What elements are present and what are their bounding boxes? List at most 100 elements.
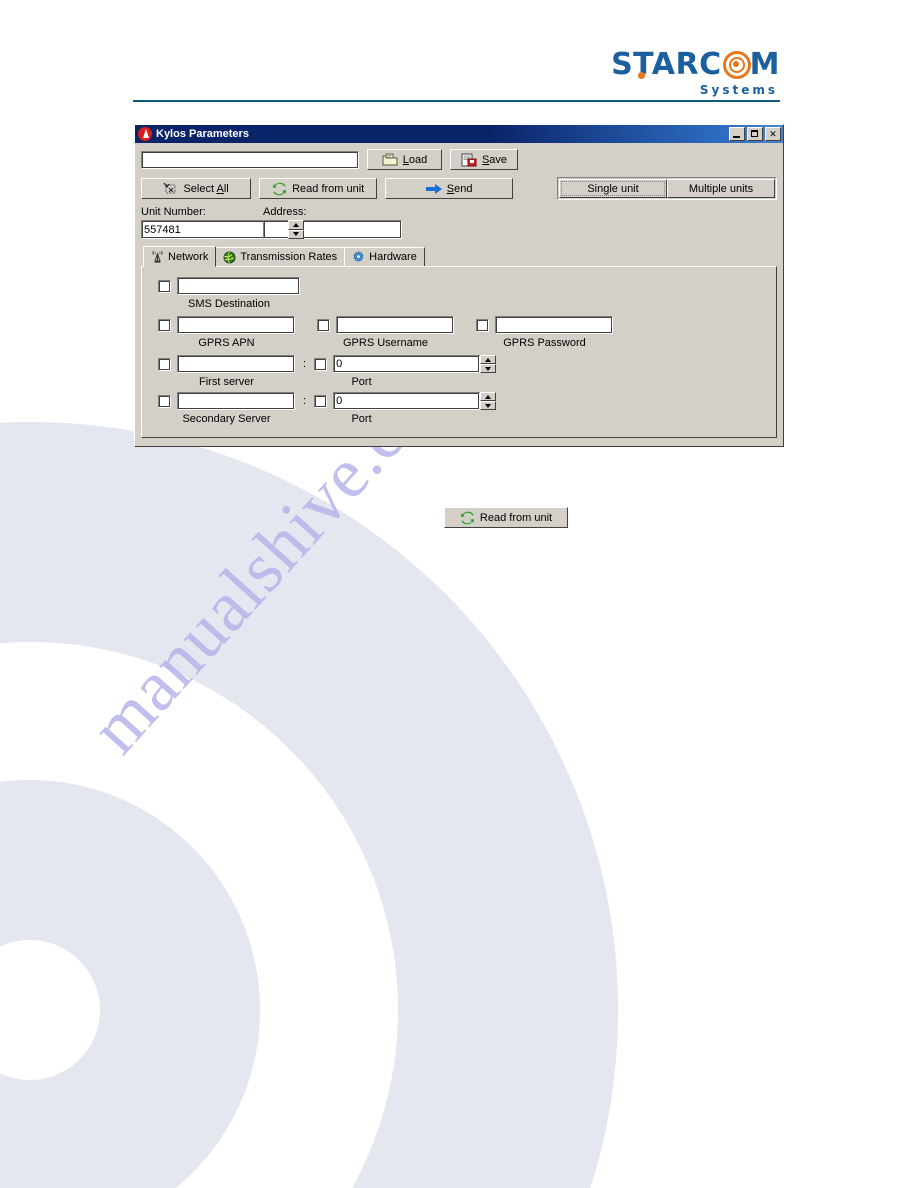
secondary-port-stepper[interactable]: [333, 392, 497, 410]
gprs-username-checkbox[interactable]: [317, 318, 330, 332]
tab-network-label: Network: [168, 250, 209, 263]
first-port-stepper[interactable]: [333, 355, 497, 373]
window-title: Kylos Parameters: [156, 128, 249, 140]
network-tab-panel: SMS Destination GPRS APN GPRS Username G…: [141, 266, 777, 438]
tab-hardware-label: Hardware: [369, 251, 417, 263]
address-block: Address:: [263, 206, 402, 239]
sms-destination-checkbox[interactable]: [158, 279, 171, 293]
load-button[interactable]: Load: [367, 149, 442, 170]
first-port-spin-up-icon[interactable]: [480, 355, 497, 364]
secondary-server-input[interactable]: [177, 392, 295, 410]
gprs-password-group: GPRS Password: [476, 316, 613, 349]
file-path-input[interactable]: [141, 150, 359, 169]
first-port-label: Port: [351, 376, 372, 388]
unit-number-block: Unit Number:: [141, 206, 304, 239]
action-toolbar: Select All Read from unit Send Single un…: [141, 177, 777, 200]
unit-number-label: Unit Number:: [141, 206, 206, 218]
window-titlebar[interactable]: Kylos Parameters ✕: [135, 125, 783, 143]
secondary-port-spin-down-icon[interactable]: [480, 401, 497, 410]
gprs-username-input[interactable]: [336, 316, 454, 334]
sms-destination-label: SMS Destination: [188, 298, 270, 310]
app-icon: [138, 127, 152, 141]
send-arrow-icon: [425, 183, 442, 194]
secondary-port-label: Port: [351, 413, 372, 425]
antenna-icon: [152, 250, 163, 263]
globe-icon: [223, 250, 236, 264]
select-all-icon: [163, 182, 176, 194]
file-toolbar: Load Save: [141, 149, 777, 170]
first-server-group: First server: [158, 355, 295, 388]
tab-hardware[interactable]: Hardware: [344, 247, 425, 266]
read-from-unit-button[interactable]: Read from unit: [259, 178, 378, 199]
secondary-port-group: Port: [314, 392, 497, 425]
standalone-read-from-unit-button[interactable]: Read from unit: [444, 507, 568, 528]
gprs-apn-input[interactable]: [177, 316, 295, 334]
spin-up-icon[interactable]: [288, 220, 304, 230]
unit-number-spin-buttons[interactable]: [288, 220, 304, 239]
send-button[interactable]: Send: [385, 178, 513, 199]
secondary-server-group: Secondary Server: [158, 392, 295, 425]
logo-target-o-icon: [722, 51, 751, 79]
sms-destination-group: SMS Destination: [158, 277, 300, 310]
unit-identity-row: Unit Number: Address:: [141, 206, 777, 239]
tab-single-unit[interactable]: Single unit: [559, 179, 667, 198]
window-controls: ✕: [729, 127, 781, 141]
refresh-icon: [460, 511, 474, 524]
gprs-username-group: GPRS Username: [317, 316, 454, 349]
logo-wordmark: STARC M: [611, 50, 780, 80]
secondary-port-spin-up-icon[interactable]: [480, 392, 497, 401]
header-divider: [133, 100, 780, 102]
first-port-spin-down-icon[interactable]: [480, 364, 497, 373]
page-header: STARC M Systems: [0, 0, 918, 110]
gprs-apn-checkbox[interactable]: [158, 318, 171, 332]
first-server-separator: :: [303, 358, 307, 370]
first-port-input[interactable]: [333, 355, 481, 373]
secondary-server-separator: :: [303, 395, 307, 407]
secondary-port-input[interactable]: [333, 392, 481, 410]
tab-multiple-units-label: Multiple units: [688, 182, 754, 195]
save-button[interactable]: Save: [450, 149, 518, 170]
gprs-password-input[interactable]: [495, 316, 613, 334]
secondary-port-spin-buttons[interactable]: [480, 392, 497, 410]
first-port-group: Port: [314, 355, 497, 388]
load-button-label: Load: [402, 153, 428, 166]
secondary-server-label: Secondary Server: [182, 413, 271, 425]
spin-down-icon[interactable]: [288, 229, 304, 239]
gprs-credentials-row: GPRS APN GPRS Username GPRS Password: [158, 316, 768, 349]
first-port-spin-buttons[interactable]: [480, 355, 497, 373]
unit-mode-tabs: Single unit Multiple units: [557, 177, 777, 200]
first-server-checkbox[interactable]: [158, 357, 171, 371]
gprs-username-label: GPRS Username: [343, 337, 428, 349]
sms-destination-row: SMS Destination: [158, 277, 768, 310]
save-disk-icon: [461, 153, 477, 166]
secondary-server-checkbox[interactable]: [158, 394, 171, 408]
unit-number-stepper[interactable]: [141, 220, 304, 239]
maximize-button[interactable]: [747, 127, 763, 141]
gprs-apn-label: GPRS APN: [198, 337, 255, 349]
tab-transmission-rates-label: Transmission Rates: [240, 251, 338, 263]
logo-a-dot-icon: [638, 72, 646, 79]
logo-text-part2: M: [749, 47, 780, 82]
address-input[interactable]: [263, 220, 402, 239]
gprs-apn-group: GPRS APN: [158, 316, 295, 349]
first-server-input[interactable]: [177, 355, 295, 373]
kylos-parameters-window: Kylos Parameters ✕ Load Save Select All …: [134, 124, 784, 447]
settings-tabstrip: Network Transmission Rates Hardware: [143, 246, 777, 267]
tab-multiple-units[interactable]: Multiple units: [667, 179, 775, 198]
select-all-button[interactable]: Select All: [141, 178, 252, 199]
logo-text-part1: STARC: [611, 47, 722, 82]
close-button[interactable]: ✕: [765, 127, 781, 141]
secondary-port-checkbox[interactable]: [314, 394, 328, 408]
gprs-password-checkbox[interactable]: [476, 318, 489, 332]
gear-icon: [353, 250, 364, 262]
first-port-checkbox[interactable]: [314, 357, 328, 371]
sms-destination-input[interactable]: [177, 277, 300, 295]
dialog-body: Load Save Select All Read from unit Send…: [135, 143, 783, 446]
tab-transmission-rates[interactable]: Transmission Rates: [215, 247, 346, 266]
read-from-unit-button-label: Read from unit: [292, 182, 365, 195]
send-button-label: Send: [446, 182, 473, 195]
first-server-label: First server: [199, 376, 254, 388]
starcom-logo: STARC M Systems: [611, 50, 780, 97]
tab-network[interactable]: Network: [143, 246, 217, 267]
minimize-button[interactable]: [729, 127, 745, 141]
